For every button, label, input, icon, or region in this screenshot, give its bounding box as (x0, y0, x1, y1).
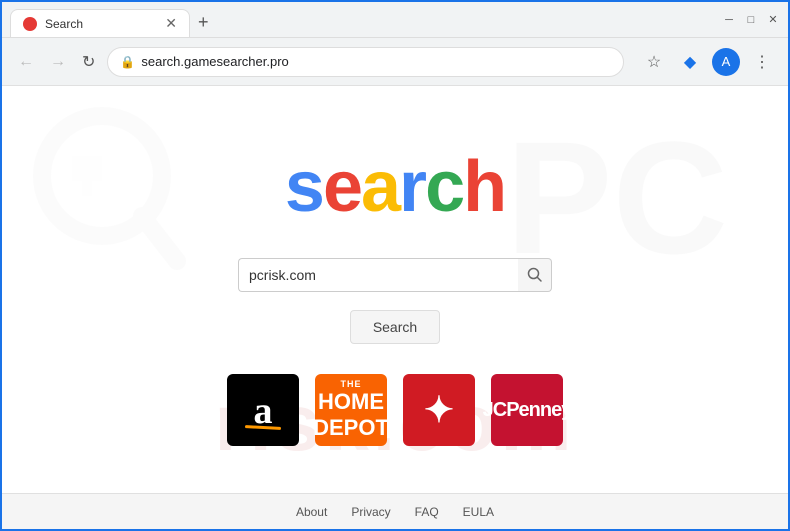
shortcut-amazon[interactable]: a (227, 374, 299, 446)
forward-button[interactable]: → (46, 49, 70, 75)
search-logo: search (285, 146, 505, 228)
shortcut-jcpenney[interactable]: JCPenney (491, 374, 563, 446)
homedepot-logo: THE HOME DEPOT (315, 374, 387, 446)
lock-icon: 🔒 (120, 55, 135, 69)
shortcut-homedepot[interactable]: THE HOME DEPOT (315, 374, 387, 446)
macys-star-icon: ✦ (424, 389, 454, 431)
window-controls: ─ □ ✕ (722, 13, 780, 27)
shortcuts-row: a THE HOME DEPOT ✦ (227, 374, 563, 446)
maximize-button[interactable]: □ (744, 13, 758, 27)
watermark-magnifier (32, 106, 192, 311)
amazon-logo: a (227, 374, 299, 446)
browser-tab[interactable]: Search ✕ (10, 9, 190, 37)
logo-a: a (361, 147, 399, 227)
logo-r: r (399, 147, 425, 227)
title-bar: Search ✕ + ─ □ ✕ (2, 2, 788, 38)
close-button[interactable]: ✕ (766, 13, 780, 27)
jcpenney-logo: JCPenney (491, 374, 563, 446)
tab-title: Search (45, 17, 157, 31)
footer-faq[interactable]: FAQ (415, 505, 439, 519)
new-tab-button[interactable]: + (190, 8, 217, 37)
reload-button[interactable]: ↻ (78, 48, 99, 76)
browser-frame: Search ✕ + ─ □ ✕ ← → ↻ 🔒 search.gamesear… (0, 0, 790, 531)
magnifier-icon (527, 267, 543, 283)
tab-favicon (23, 17, 37, 31)
profile-icon[interactable]: A (712, 48, 740, 76)
homedepot-inner: THE HOME DEPOT (313, 379, 389, 441)
address-input-wrap[interactable]: 🔒 search.gamesearcher.pro (107, 47, 624, 77)
hd-home: HOME (318, 389, 384, 415)
logo-c: c (425, 147, 463, 227)
tab-close-button[interactable]: ✕ (165, 15, 177, 32)
footer: About Privacy FAQ EULA (2, 493, 788, 529)
footer-about[interactable]: About (296, 505, 327, 519)
page-content: PC risk.com search Search (2, 86, 788, 529)
minimize-button[interactable]: ─ (722, 13, 736, 27)
hd-the: THE (341, 379, 362, 389)
search-icon-button[interactable] (518, 258, 552, 292)
address-bar: ← → ↻ 🔒 search.gamesearcher.pro ☆ ◆ A ⋮ (2, 38, 788, 86)
shortcut-macys[interactable]: ✦ (403, 374, 475, 446)
extension-icon[interactable]: ◆ (676, 48, 704, 76)
tab-bar: Search ✕ + (10, 2, 714, 37)
address-text: search.gamesearcher.pro (141, 54, 611, 69)
logo-s: s (285, 147, 323, 227)
menu-icon[interactable]: ⋮ (748, 48, 776, 76)
search-input[interactable] (238, 258, 518, 292)
hd-depot: DEPOT (313, 415, 389, 441)
bookmark-icon[interactable]: ☆ (640, 48, 668, 76)
macys-logo: ✦ (403, 374, 475, 446)
toolbar-icons: ☆ ◆ A ⋮ (640, 48, 776, 76)
search-button[interactable]: Search (350, 310, 440, 344)
footer-privacy[interactable]: Privacy (351, 505, 390, 519)
logo-h: h (463, 147, 505, 227)
logo-e: e (323, 147, 361, 227)
back-button[interactable]: ← (14, 49, 38, 75)
footer-eula[interactable]: EULA (463, 505, 494, 519)
jcpenney-text: JCPenney (483, 399, 572, 422)
search-box-wrap (238, 258, 552, 292)
